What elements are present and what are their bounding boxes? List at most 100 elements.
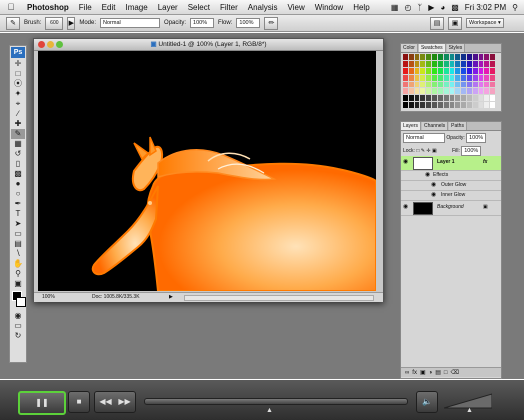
- type-tool-icon[interactable]: T: [11, 209, 25, 219]
- swatch[interactable]: [466, 95, 472, 102]
- swatch[interactable]: [443, 54, 449, 60]
- new-layer-icon[interactable]: □: [444, 370, 448, 376]
- swatch[interactable]: [449, 60, 455, 67]
- swatch[interactable]: [443, 74, 449, 81]
- swatch[interactable]: [484, 95, 490, 102]
- swatch[interactable]: [408, 67, 414, 74]
- menu-analysis[interactable]: Analysis: [243, 3, 283, 12]
- swatch[interactable]: [472, 81, 478, 88]
- minimize-button[interactable]: [47, 41, 54, 48]
- swatch[interactable]: [490, 81, 495, 88]
- swatch[interactable]: [449, 74, 455, 81]
- swatch[interactable]: [443, 102, 449, 108]
- layer-row-background[interactable]: ◉ Background ▣: [401, 201, 501, 216]
- swatch[interactable]: [466, 67, 472, 74]
- swatch[interactable]: [408, 54, 414, 60]
- move-tool-icon[interactable]: ✛: [11, 59, 25, 69]
- tab-styles[interactable]: Styles: [446, 44, 466, 52]
- swatch[interactable]: [414, 81, 420, 88]
- visibility-eye-icon[interactable]: ◉: [425, 172, 431, 179]
- flow-field[interactable]: 100%: [236, 18, 261, 28]
- swatch[interactable]: [414, 60, 420, 67]
- swatch[interactable]: [478, 88, 484, 95]
- swatch[interactable]: [420, 102, 426, 108]
- swatch[interactable]: [403, 74, 408, 81]
- menu-help[interactable]: Help: [348, 3, 374, 12]
- brush-preset-picker[interactable]: 600: [45, 16, 64, 30]
- swatch[interactable]: [408, 81, 414, 88]
- screen-mode-icon[interactable]: ▭: [11, 321, 25, 331]
- swatch[interactable]: [403, 67, 408, 74]
- swatch[interactable]: [461, 102, 466, 108]
- document-title-bar[interactable]: ▣ Untitled-1 @ 100% (Layer 1, RGB/8*): [34, 39, 383, 51]
- volume-icon[interactable]: ▶: [428, 3, 434, 12]
- clone-stamp-icon[interactable]: ▦: [11, 139, 25, 149]
- menu-select[interactable]: Select: [183, 3, 215, 12]
- swatch[interactable]: [414, 88, 420, 95]
- swatch[interactable]: [449, 102, 455, 108]
- swatch[interactable]: [472, 54, 478, 60]
- swatch[interactable]: [490, 102, 495, 108]
- swatch[interactable]: [466, 74, 472, 81]
- swatch[interactable]: [420, 81, 426, 88]
- quick-mask-icon[interactable]: ◉: [11, 311, 25, 321]
- swatch[interactable]: [437, 67, 443, 74]
- swatch[interactable]: [449, 95, 455, 102]
- pause-button[interactable]: ❚❚: [18, 391, 66, 415]
- apple-icon[interactable]: : [0, 2, 22, 12]
- background-color-swatch[interactable]: [16, 297, 26, 307]
- swatch[interactable]: [426, 74, 432, 81]
- swatch[interactable]: [443, 88, 449, 95]
- swatch[interactable]: [426, 95, 432, 102]
- menu-image[interactable]: Image: [120, 3, 152, 12]
- swatch[interactable]: [484, 88, 490, 95]
- eraser-tool-icon[interactable]: ▯: [11, 159, 25, 169]
- eyedropper-icon[interactable]: ∖: [11, 249, 25, 259]
- swatch[interactable]: [414, 67, 420, 74]
- outer-glow-row[interactable]: ◉ Outer Glow: [401, 181, 501, 191]
- swatch[interactable]: [414, 102, 420, 108]
- brush-tool-icon-active[interactable]: ✎: [11, 129, 25, 139]
- swatch[interactable]: [403, 60, 408, 67]
- swatch[interactable]: [443, 67, 449, 74]
- fx-icon[interactable]: fx: [483, 158, 487, 167]
- visibility-eye-icon[interactable]: ◉: [403, 204, 409, 211]
- bluetooth-icon[interactable]: ᛉ: [417, 3, 422, 12]
- blend-mode-select[interactable]: Normal: [403, 133, 445, 143]
- swatch[interactable]: [478, 102, 484, 108]
- swatch[interactable]: [461, 67, 466, 74]
- tab-channels[interactable]: Channels: [422, 122, 449, 130]
- swatch[interactable]: [420, 74, 426, 81]
- swatch[interactable]: [443, 81, 449, 88]
- swatch[interactable]: [426, 102, 432, 108]
- gradient-tool-icon[interactable]: ▩: [11, 169, 25, 179]
- new-group-icon[interactable]: ▤: [435, 369, 441, 376]
- menu-layer[interactable]: Layer: [153, 3, 183, 12]
- dodge-tool-icon[interactable]: ○: [11, 189, 25, 199]
- swatch[interactable]: [478, 81, 484, 88]
- swatch[interactable]: [426, 67, 432, 74]
- magic-wand-icon[interactable]: ✦: [11, 89, 25, 99]
- swatch[interactable]: [455, 95, 461, 102]
- swatch[interactable]: [455, 74, 461, 81]
- swatch[interactable]: [432, 95, 437, 102]
- swatch[interactable]: [437, 54, 443, 60]
- swatch[interactable]: [408, 95, 414, 102]
- swatch[interactable]: [426, 88, 432, 95]
- swatch[interactable]: [432, 60, 437, 67]
- swatch[interactable]: [426, 60, 432, 67]
- visibility-eye-icon[interactable]: ◉: [403, 159, 409, 166]
- swatch[interactable]: [478, 60, 484, 67]
- swatch[interactable]: [449, 54, 455, 60]
- swatch[interactable]: [466, 81, 472, 88]
- menu-view[interactable]: View: [283, 3, 310, 12]
- swatch[interactable]: [432, 81, 437, 88]
- inner-glow-row[interactable]: ◉ Inner Glow: [401, 191, 501, 201]
- swatch[interactable]: [437, 60, 443, 67]
- swatch[interactable]: [449, 81, 455, 88]
- swatch[interactable]: [484, 60, 490, 67]
- swatch[interactable]: [478, 54, 484, 60]
- swatch[interactable]: [455, 54, 461, 60]
- swatch[interactable]: [420, 67, 426, 74]
- menu-filter[interactable]: Filter: [215, 3, 243, 12]
